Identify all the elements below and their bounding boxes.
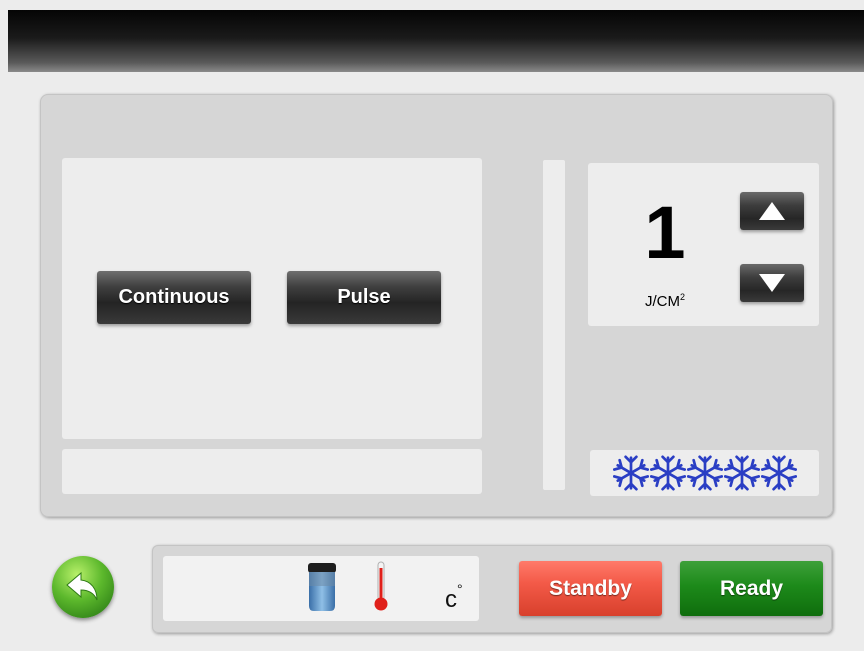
decrease-energy-button[interactable] xyxy=(740,264,804,302)
cooling-level-indicator xyxy=(590,450,819,496)
back-button[interactable] xyxy=(52,556,114,618)
pulse-button[interactable]: Pulse xyxy=(287,271,441,324)
triangle-up-icon xyxy=(759,202,785,220)
energy-unit-base: J/CM xyxy=(644,293,680,310)
snowflake-icon xyxy=(686,455,723,491)
increase-energy-button[interactable] xyxy=(740,192,804,230)
standby-button[interactable]: Standby xyxy=(519,561,662,616)
snowflake-icon xyxy=(612,455,649,491)
continuous-button[interactable]: Continuous xyxy=(97,271,251,324)
triangle-down-icon xyxy=(759,274,785,292)
energy-value: 1 xyxy=(644,191,686,274)
energy-unit: J/CM2 xyxy=(620,292,710,310)
ready-button[interactable]: Ready xyxy=(680,561,823,616)
snowflake-icon xyxy=(760,455,797,491)
water-tank-icon xyxy=(308,563,336,611)
level-slider[interactable] xyxy=(543,160,565,490)
temperature-degree-symbol: ° xyxy=(457,581,463,597)
temperature-unit-letter: c xyxy=(445,586,457,613)
thermometer-icon xyxy=(374,561,388,611)
temperature-unit: c° xyxy=(445,580,463,613)
snowflake-icon xyxy=(723,455,760,491)
title-bar xyxy=(8,10,864,72)
info-strip xyxy=(62,449,482,494)
back-arrow-icon xyxy=(66,571,98,601)
energy-unit-exponent: 2 xyxy=(679,292,685,302)
snowflake-icon xyxy=(649,455,686,491)
